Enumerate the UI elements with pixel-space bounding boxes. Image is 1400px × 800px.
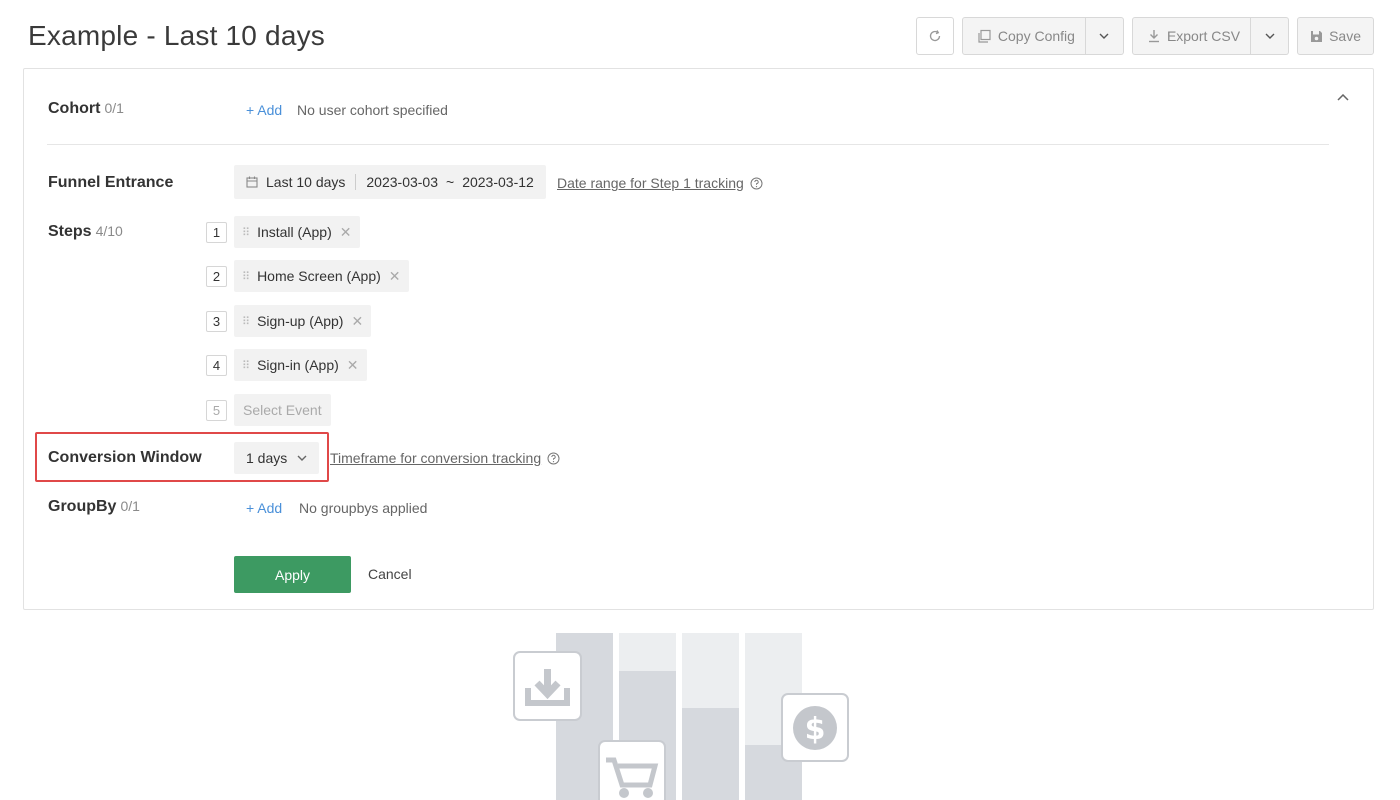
date-range-end: 2023-03-12 <box>462 174 534 190</box>
save-label: Save <box>1329 28 1361 44</box>
step-number: 3 <box>206 311 227 332</box>
dollar-tile-icon: $ <box>781 693 849 762</box>
copy-config-button[interactable]: Copy Config <box>961 17 1086 55</box>
copy-config-label: Copy Config <box>997 28 1075 44</box>
drag-handle-icon[interactable]: ⠿ <box>242 226 250 239</box>
cancel-button[interactable]: Cancel <box>368 566 412 582</box>
chevron-up-icon <box>1337 93 1349 101</box>
step-number: 5 <box>206 400 227 421</box>
cohort-count: 0/1 <box>104 100 124 116</box>
page-title: Example - Last 10 days <box>28 20 325 51</box>
refresh-icon <box>929 30 941 42</box>
cohort-label: Cohort 0/1 <box>48 100 124 118</box>
remove-step-icon[interactable]: ✕ <box>347 357 359 374</box>
step-name: Home Screen (App) <box>257 268 381 284</box>
date-range-separator-line <box>355 174 357 190</box>
step-chip[interactable]: ⠿ Install (App) ✕ <box>234 216 360 248</box>
steps-count: 4/10 <box>95 223 123 239</box>
cohort-empty-text: No user cohort specified <box>297 102 448 118</box>
apply-button[interactable]: Apply <box>234 556 351 593</box>
steps-title: Steps <box>48 223 92 240</box>
date-range-start: 2023-03-03 <box>366 174 439 190</box>
save-icon <box>1311 30 1323 42</box>
groupby-count: 0/1 <box>120 498 140 514</box>
calendar-icon <box>246 176 258 188</box>
steps-label: Steps 4/10 <box>48 223 123 241</box>
funnel-entrance-label: Funnel Entrance <box>48 174 174 191</box>
copy-config-group: Copy Config <box>961 17 1124 55</box>
add-cohort-link[interactable]: + Add <box>246 102 282 118</box>
copy-icon <box>978 29 991 43</box>
date-range-picker[interactable]: Last 10 days 2023-03-03 ~ 2023-03-12 <box>234 165 546 199</box>
save-button[interactable]: Save <box>1297 17 1374 55</box>
step-chip[interactable]: ⠿ Sign-in (App) ✕ <box>234 349 367 381</box>
help-icon <box>547 452 560 464</box>
download-tile-icon <box>513 651 582 721</box>
date-range-help-link[interactable]: Date range for Step 1 tracking <box>557 175 763 191</box>
drag-handle-icon[interactable]: ⠿ <box>242 359 250 372</box>
conversion-window-select[interactable]: 1 days <box>234 442 320 474</box>
step-name: Sign-in (App) <box>257 357 339 373</box>
date-range-help-text: Date range for Step 1 tracking <box>557 175 744 191</box>
step-number: 4 <box>206 355 227 376</box>
cohort-title: Cohort <box>48 100 101 117</box>
groupby-label: GroupBy 0/1 <box>48 498 140 516</box>
remove-step-icon[interactable]: ✕ <box>389 268 401 285</box>
funnel-illustration: $ <box>513 633 849 800</box>
download-icon <box>1148 30 1159 43</box>
remove-step-icon[interactable]: ✕ <box>340 224 352 241</box>
illustration-bar <box>682 708 739 800</box>
conversion-window-label: Conversion Window <box>48 449 202 466</box>
step-name: Install (App) <box>257 224 332 240</box>
date-range-tilde: ~ <box>446 174 455 190</box>
collapse-button[interactable] <box>1333 87 1353 107</box>
step-number: 1 <box>206 222 227 243</box>
groupby-title: GroupBy <box>48 498 117 515</box>
step-number: 2 <box>206 266 227 287</box>
remove-step-icon[interactable]: ✕ <box>351 313 363 330</box>
conversion-help-text: Timeframe for conversion tracking <box>330 450 542 466</box>
chevron-down-icon <box>297 455 307 461</box>
step-name: Sign-up (App) <box>257 313 344 329</box>
divider <box>47 144 1329 145</box>
step-chip[interactable]: ⠿ Sign-up (App) ✕ <box>234 305 372 337</box>
chevron-down-icon <box>1099 33 1109 39</box>
export-csv-label: Export CSV <box>1166 28 1241 44</box>
funnel-config-panel: Cohort 0/1 + Add No user cohort specified… <box>23 68 1374 610</box>
drag-handle-icon[interactable]: ⠿ <box>242 270 250 283</box>
copy-config-dropdown[interactable] <box>1085 17 1124 55</box>
export-csv-group: Export CSV <box>1131 17 1290 55</box>
drag-handle-icon[interactable]: ⠿ <box>242 315 250 328</box>
export-csv-button[interactable]: Export CSV <box>1131 17 1252 55</box>
groupby-empty-text: No groupbys applied <box>299 500 428 516</box>
help-icon <box>750 177 763 189</box>
svg-text:$: $ <box>805 712 826 747</box>
export-csv-dropdown[interactable] <box>1251 17 1290 55</box>
step-chip[interactable]: ⠿ Home Screen (App) ✕ <box>234 260 409 292</box>
conversion-help-link[interactable]: Timeframe for conversion tracking <box>330 450 560 466</box>
date-range-label: Last 10 days <box>266 174 346 190</box>
refresh-button[interactable] <box>915 17 954 55</box>
chevron-down-icon <box>1265 33 1275 39</box>
conversion-window-value: 1 days <box>246 450 288 466</box>
toolbar: Copy Config Export CSV Save <box>915 17 1374 55</box>
shopping-cart-tile-icon <box>598 740 666 800</box>
select-event-placeholder: Select Event <box>243 402 322 418</box>
select-event-dropdown[interactable]: Select Event <box>234 394 331 426</box>
add-groupby-link[interactable]: + Add <box>246 500 282 516</box>
